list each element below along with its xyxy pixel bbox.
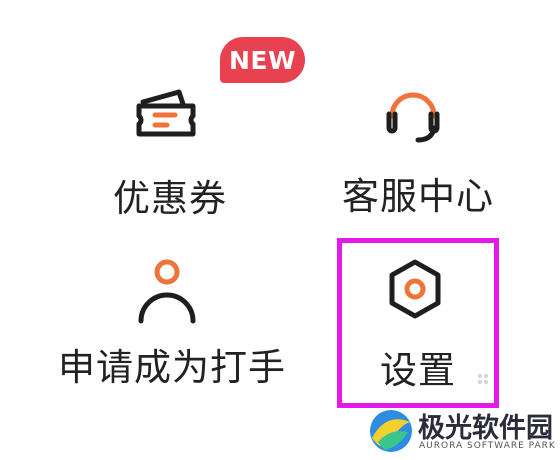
watermark-subtitle: AURORA SOFTWARE PARK	[419, 441, 556, 451]
menu-item-apply-booster[interactable]: 申请成为打手	[55, 245, 295, 405]
decorative-dots	[477, 373, 489, 385]
watermark: 极光软件园 AURORA SOFTWARE PARK	[366, 404, 556, 458]
menu-item-label: 设置	[380, 349, 456, 392]
new-badge: NEW	[220, 37, 305, 83]
watermark-title: 极光软件园	[418, 413, 553, 444]
settings-hexagon-icon	[389, 259, 441, 319]
menu-item-label: 优惠券	[113, 177, 227, 220]
menu-item-label: 申请成为打手	[58, 346, 286, 389]
customer-service-headset-icon	[386, 92, 440, 143]
user-person-icon	[138, 259, 196, 324]
menu-item-coupons[interactable]: 优惠券	[95, 60, 245, 220]
aurora-logo-icon	[370, 410, 412, 452]
menu-item-settings[interactable]: 设置	[345, 245, 485, 395]
menu-item-label: 客服中心	[342, 175, 494, 218]
coupon-ticket-icon	[136, 89, 196, 137]
menu-item-customer-service[interactable]: 客服中心	[330, 60, 500, 220]
